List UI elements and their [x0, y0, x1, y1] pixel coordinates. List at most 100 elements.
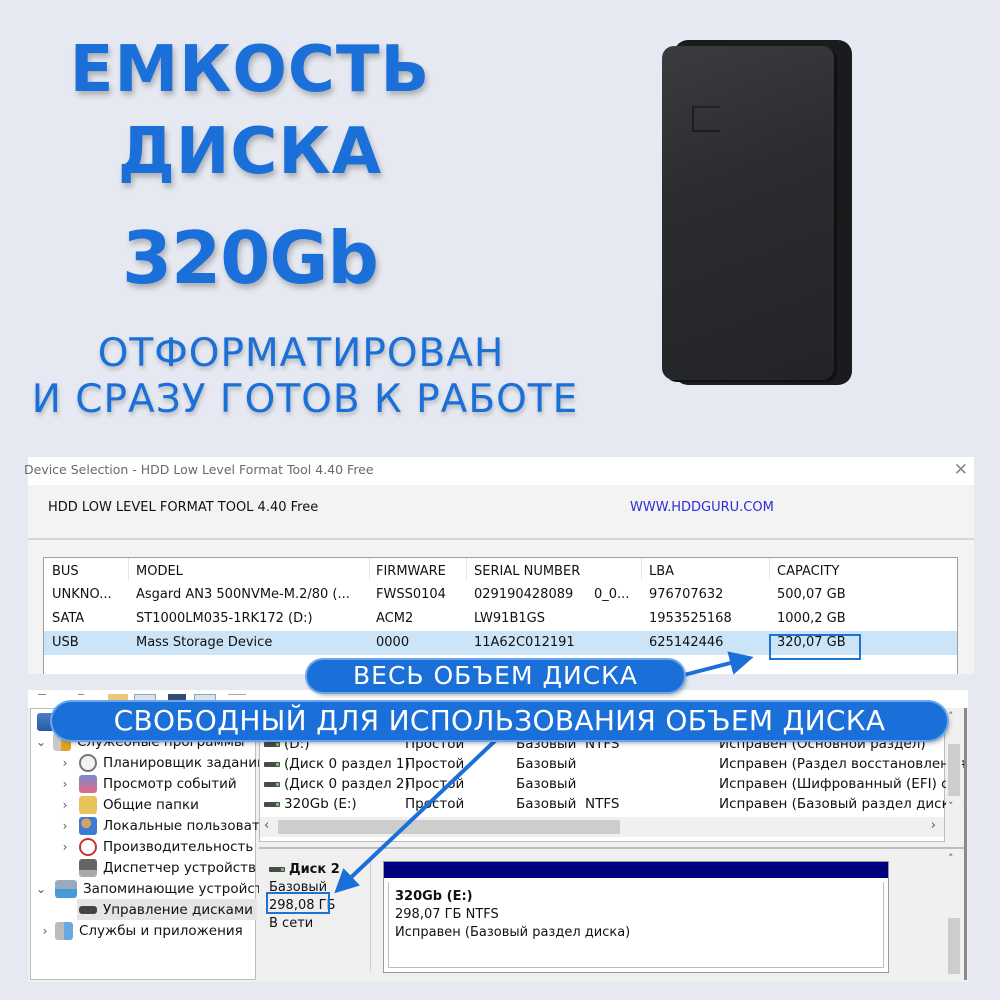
volume-status: Исправен (Базовый раздел диска) [719, 796, 964, 812]
chevron-right-icon[interactable]: › [59, 819, 71, 833]
volume-icon [264, 741, 280, 747]
help-icon[interactable] [228, 694, 246, 702]
scroll-right-icon[interactable]: › [931, 818, 936, 833]
tree-item-services-apps[interactable]: › Службы и приложения [39, 920, 243, 941]
forward-arrow-icon[interactable] [78, 694, 84, 702]
volume-layout: Простой [405, 796, 465, 812]
column-header-serial[interactable]: SERIAL NUMBER [474, 564, 580, 579]
chevron-right-icon[interactable]: › [59, 840, 71, 854]
hero-subtitle-line2: И СРАЗУ ГОТОВ К РАБОТЕ [31, 377, 579, 422]
view-icon[interactable] [134, 694, 156, 702]
horizontal-scrollbar[interactable]: ‹ › [260, 817, 944, 837]
shared-folder-icon [79, 795, 97, 814]
tree-item-event-viewer[interactable]: › Просмотр событий [59, 773, 237, 794]
column-header-bus[interactable]: BUS [52, 564, 79, 579]
users-icon [79, 816, 97, 835]
cell-model: ST1000LM035-1RK172 (D:) [136, 611, 313, 626]
partition-header-bar [384, 862, 888, 878]
scroll-left-icon[interactable]: ‹ [264, 818, 269, 833]
volume-row[interactable]: 320Gb (E:) Простой Базовый NTFS Исправен… [260, 795, 963, 815]
partition-size: 298,07 ГБ NTFS [395, 907, 499, 922]
volume-type: Базовый [516, 796, 577, 812]
table-row[interactable]: UNKNO... Asgard AN3 500NVMe-M.2/80 (... … [44, 583, 957, 607]
tree-item-device-manager[interactable]: Диспетчер устройств [79, 857, 256, 878]
properties-icon[interactable] [194, 694, 216, 702]
scrollbar-thumb[interactable] [948, 918, 960, 974]
tree-item-storage[interactable]: ⌄ Запоминающие устройст [35, 878, 263, 899]
vertical-scrollbar[interactable]: ˄ ˅ [946, 708, 962, 816]
tree-label: Запоминающие устройст [83, 880, 263, 897]
volume-row[interactable]: (Диск 0 раздел 1) Простой Базовый Исправ… [260, 755, 966, 775]
cell-model: Mass Storage Device [136, 635, 273, 650]
tree-item-disk-management[interactable]: Управление дисками [77, 899, 257, 920]
chevron-down-icon[interactable]: ⌄ [35, 735, 47, 749]
chevron-right-icon[interactable]: › [59, 777, 71, 791]
tree-item-local-users[interactable]: › Локальные пользовате [59, 815, 268, 836]
callout-free-capacity: СВОБОДНЫЙ ДЛЯ ИСПОЛЬЗОВАНИЯ ОБЪЕМ ДИСКА [52, 702, 947, 740]
column-header-firmware[interactable]: FIRMWARE [376, 564, 446, 579]
cell-lba: 976707632 [649, 587, 724, 602]
chevron-down-icon[interactable]: ⌄ [35, 882, 47, 896]
volume-layout: Простой [405, 756, 465, 772]
scrollbar-thumb[interactable] [948, 744, 960, 796]
column-header-lba[interactable]: LBA [649, 564, 674, 579]
tree-item-task-scheduler[interactable]: › Планировщик заданий [59, 752, 266, 773]
app-header: HDD LOW LEVEL FORMAT TOOL 4.40 Free WWW.… [28, 485, 974, 540]
cell-serial: LW91B1GS [474, 611, 545, 626]
volume-type: Базовый [516, 756, 577, 772]
scroll-up-icon[interactable]: ˄ [948, 710, 954, 723]
hero-title-line2: ДИСКА [117, 115, 383, 189]
chevron-right-icon[interactable]: › [59, 798, 71, 812]
tree-label: Просмотр событий [103, 775, 237, 792]
cell-firmware: ACM2 [376, 611, 414, 626]
column-header-capacity[interactable]: CAPACITY [777, 564, 839, 579]
partition-block[interactable]: 320Gb (E:) 298,07 ГБ NTFS Исправен (Базо… [383, 861, 889, 973]
website-link[interactable]: WWW.HDDGURU.COM [630, 500, 774, 515]
window-title: Device Selection - HDD Low Level Format … [24, 462, 374, 477]
table-row[interactable]: SATA ST1000LM035-1RK172 (D:) ACM2 LW91B1… [44, 607, 957, 631]
disk-info-panel[interactable]: Диск 2 Базовый 298,08 ГБ В сети [265, 859, 371, 971]
capacity-highlight-box [769, 634, 861, 660]
partition-body: 320Gb (E:) 298,07 ГБ NTFS Исправен (Базо… [388, 882, 884, 968]
column-header-model[interactable]: MODEL [136, 564, 183, 579]
cell-serial-extra: 0_0... [594, 587, 630, 602]
cell-capacity: 1000,2 GB [777, 611, 846, 626]
chevron-right-icon[interactable]: › [59, 756, 71, 770]
tree-label: Производительность [103, 838, 254, 855]
graph-vertical-scrollbar[interactable]: ˄ [946, 850, 962, 974]
close-icon[interactable]: ✕ [954, 460, 968, 480]
back-arrow-icon[interactable] [38, 694, 46, 702]
chevron-right-icon[interactable]: › [39, 924, 51, 938]
hero-subtitle-line1: ОТФОРМАТИРОВАН [97, 331, 505, 376]
partition-name: 320Gb (E:) [395, 889, 473, 904]
scroll-down-icon[interactable]: ˅ [948, 800, 954, 813]
tree-item-shared-folders[interactable]: › Общие папки [59, 794, 199, 815]
cell-capacity: 500,07 GB [777, 587, 846, 602]
disk-icon [269, 867, 285, 872]
cell-bus: SATA [52, 611, 85, 626]
device-table: BUS MODEL FIRMWARE SERIAL NUMBER LBA CAP… [43, 557, 958, 674]
tree-item-performance[interactable]: › Производительность [59, 836, 253, 857]
scroll-up-icon[interactable]: ˄ [948, 852, 954, 865]
hero-title-line1: ЕМКОСТЬ [69, 33, 431, 107]
folder-icon[interactable] [108, 694, 128, 702]
disk-management-icon [79, 905, 97, 914]
disk-graphical-view: Диск 2 Базовый 298,08 ГБ В сети 320Gb (E… [259, 847, 965, 980]
hero-capacity: 320Gb [122, 216, 379, 300]
volume-icon [264, 761, 280, 767]
disk-state: В сети [269, 916, 314, 931]
cell-lba: 625142446 [649, 635, 724, 650]
volume-row[interactable]: (Диск 0 раздел 2) Простой Базовый Исправ… [260, 775, 957, 795]
console-icon[interactable] [168, 694, 186, 702]
device-manager-icon [79, 858, 97, 877]
table-header: BUS MODEL FIRMWARE SERIAL NUMBER LBA CAP… [44, 558, 957, 582]
scrollbar-thumb[interactable] [278, 820, 620, 834]
hero-headline: ЕМКОСТЬ ДИСКА 320Gb ОТФОРМАТИРОВАН И СРА… [0, 0, 578, 440]
external-hdd-image [662, 40, 852, 385]
volume-icon [264, 801, 280, 807]
cell-firmware: 0000 [376, 635, 410, 650]
tree-label: Локальные пользовате [103, 817, 269, 834]
volume-fs: NTFS [585, 796, 620, 812]
drive-logo-icon [692, 106, 720, 132]
tree-label: Управление дисками [103, 901, 253, 918]
